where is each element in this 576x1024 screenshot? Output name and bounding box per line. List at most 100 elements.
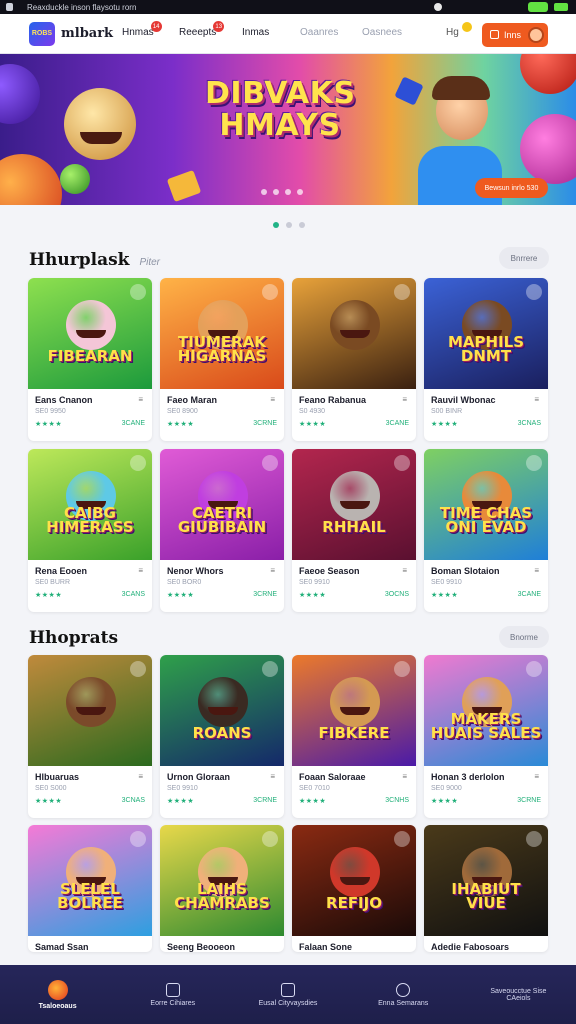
favorite-icon[interactable] [526,831,542,847]
info-icon[interactable]: ≡ [270,772,275,781]
info-icon[interactable]: ≡ [534,772,539,781]
game-rating: ★★★★ [35,421,63,428]
brand-name[interactable]: mlbark [61,26,113,41]
favorite-icon[interactable] [262,455,278,471]
game-thumbnail[interactable] [28,655,152,766]
bottom-nav-more[interactable]: Saveoucctue Sise CAeiols [461,965,576,1024]
info-icon[interactable]: ≡ [270,566,275,575]
game-character [198,677,248,727]
favorite-icon[interactable] [130,831,146,847]
game-rating: ★★★★ [35,798,63,805]
game-thumbnail[interactable] [292,278,416,389]
game-provider: SE0 9000 [431,785,462,792]
login-button[interactable]: Inns [482,23,548,47]
game-thumbnail[interactable]: MAPHILS DNMT [424,278,548,389]
game-thumbnail[interactable]: SLELEL BOLREE [28,825,152,936]
favorite-icon[interactable] [262,284,278,300]
game-card[interactable]: MAKERS HUAIS SALES Honan 3 derlolon ≡ SE0 9… [424,655,548,818]
game-thumbnail[interactable]: TIME CHAS ONI EVAD [424,449,548,560]
section1-more-button[interactable]: Bnrrere [499,247,549,269]
nav-item-3[interactable]: Inmas [242,27,269,38]
favorite-icon[interactable] [130,455,146,471]
game-card[interactable]: REFIJO Falaan Sone [292,825,416,952]
game-card[interactable]: TIUMERAK HIGARNAS Faeo Maran ≡ SE0 8900 ★★★★… [160,278,284,441]
game-card[interactable]: FIBEARAN Eans Cnanon ≡ SE0 9950 ★★★★ 3CANE [28,278,152,441]
game-card[interactable]: LAIHS CHAMRABS Seeng Beooeon [160,825,284,952]
game-thumb-title: FIBEARAN [47,347,133,365]
game-meta: Rauvil Wbonac ≡ S00 BINR ★★★★ 3CNAS [424,389,548,441]
info-icon[interactable]: ≡ [402,395,407,404]
game-meta: Eans Cnanon ≡ SE0 9950 ★★★★ 3CANE [28,389,152,441]
game-thumbnail[interactable]: CAETRI GIUBIBAIN [160,449,284,560]
game-thumb-title: SLELEL BOLREE [57,880,123,912]
game-thumbnail[interactable]: FIBEARAN [28,278,152,389]
slide-dot[interactable] [261,189,267,195]
game-card[interactable]: CAETRI GIUBIBAIN Nenor Whors ≡ SE0 BOR0 ★★★★… [160,449,284,612]
slide-dot[interactable] [285,189,291,195]
game-thumbnail[interactable]: IHABIUT VIUE [424,825,548,936]
favorite-icon[interactable] [526,661,542,677]
game-rating: ★★★★ [299,421,327,428]
info-icon[interactable]: ≡ [138,395,143,404]
info-icon[interactable]: ≡ [138,772,143,781]
game-thumbnail[interactable]: REFIJO [292,825,416,936]
game-card[interactable]: Feano Rabanua ≡ S0 4930 ★★★★ 3CANE [292,278,416,441]
game-thumbnail[interactable]: RHHAIL [292,449,416,560]
game-name: Eans Cnanon [35,395,93,405]
favorite-icon[interactable] [394,455,410,471]
bottom-nav-home[interactable]: Tsaloeoaus [0,965,115,1024]
favorite-icon[interactable] [262,661,278,677]
pager-dot[interactable] [273,222,279,228]
pager-dot[interactable] [299,222,305,228]
game-card[interactable]: TIME CHAS ONI EVAD Boman Slotaion ≡ SE0 991… [424,449,548,612]
game-provider: S00 BINR [431,408,463,415]
game-card[interactable]: Hlbuaruas ≡ SE0 S000 ★★★★ 3CNAS [28,655,152,818]
favorite-icon[interactable] [130,661,146,677]
notification-dot [434,3,442,11]
game-provider: SE0 9910 [431,579,462,586]
game-players: 3CRNE [253,797,277,804]
slide-dot[interactable] [273,189,279,195]
game-thumbnail[interactable]: LAIHS CHAMRABS [160,825,284,936]
game-thumbnail[interactable]: FIBKERE [292,655,416,766]
game-players: 3CANE [121,420,145,427]
favorite-icon[interactable] [526,284,542,300]
game-card[interactable]: SLELEL BOLREE Samad Ssan [28,825,152,952]
nav-item-2[interactable]: Reeepts 13 [179,21,225,38]
game-card[interactable]: IHABIUT VIUE Adedie Fabosoars [424,825,548,952]
hero-cta-button[interactable]: Bewsun inrlo 530 [475,178,548,198]
section2-more-button[interactable]: Bnorme [499,626,549,648]
nav-item-1[interactable]: Hnmas 14 [122,21,162,38]
favorite-icon[interactable] [262,831,278,847]
game-card[interactable]: RHHAIL Faeoe Season ≡ SE0 9910 ★★★★ 3OCNS [292,449,416,612]
favorite-icon[interactable] [130,284,146,300]
logo-icon[interactable]: ROBS [29,21,55,46]
game-card[interactable]: CAIBG HIMERASS Rena Eooen ≡ SE0 BURR ★★★★ 3CA… [28,449,152,612]
slide-dot[interactable] [297,189,303,195]
pager-dot[interactable] [286,222,292,228]
game-card[interactable]: MAPHILS DNMT Rauvil Wbonac ≡ S00 BINR ★★★★ 3C… [424,278,548,441]
nav-item-5[interactable]: Oasnees [362,27,402,38]
bottom-nav-games[interactable]: Eorre Cihiares [115,965,230,1024]
info-icon[interactable]: ≡ [402,772,407,781]
favorite-icon[interactable] [394,831,410,847]
game-players: 3CRNE [253,420,277,427]
bottom-nav-search[interactable]: Enna Semarans [346,965,461,1024]
game-thumbnail[interactable]: MAKERS HUAIS SALES [424,655,548,766]
game-card[interactable]: FIBKERE Foaan Saloraae ≡ SE0 7010 ★★★★ 3CNHS [292,655,416,818]
game-thumbnail[interactable]: CAIBG HIMERASS [28,449,152,560]
info-icon[interactable]: ≡ [534,395,539,404]
game-card[interactable]: ROANS Urnon Gloraan ≡ SE0 9910 ★★★★ 3CRNE [160,655,284,818]
game-thumbnail[interactable]: ROANS [160,655,284,766]
favorite-icon[interactable] [394,284,410,300]
game-thumbnail[interactable]: TIUMERAK HIGARNAS [160,278,284,389]
language-selector[interactable]: Hg [446,27,459,38]
favorite-icon[interactable] [394,661,410,677]
nav-item-4[interactable]: Oaanres [300,27,338,38]
info-icon[interactable]: ≡ [402,566,407,575]
info-icon[interactable]: ≡ [138,566,143,575]
bottom-nav-activity[interactable]: Eusal Cityvaysdies [230,965,345,1024]
info-icon[interactable]: ≡ [270,395,275,404]
favorite-icon[interactable] [526,455,542,471]
info-icon[interactable]: ≡ [534,566,539,575]
